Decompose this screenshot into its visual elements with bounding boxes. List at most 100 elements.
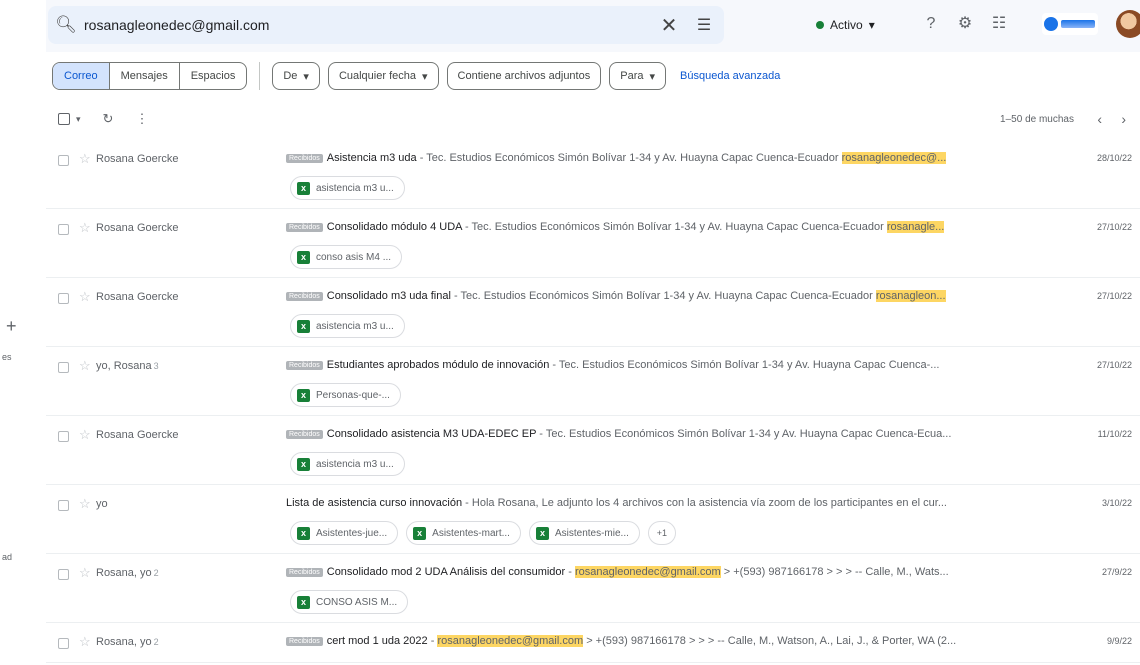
email-preview: Recibidos Consolidado asistencia M3 UDA-E… <box>286 428 1056 440</box>
more-attachments-chip[interactable]: +1 <box>647 521 676 545</box>
row-checkbox[interactable] <box>58 638 69 649</box>
tune-icon[interactable]: ☰ <box>684 15 724 35</box>
status-dropdown[interactable]: Activo ▾ <box>806 12 885 38</box>
inbox-label-badge[interactable]: Recibidos <box>286 637 323 646</box>
email-subject: Consolidado m3 uda final <box>326 290 451 302</box>
inbox-label-badge[interactable]: Recibidos <box>286 430 323 439</box>
email-preview: Recibidos Consolidado módulo 4 UDA - Tec.… <box>286 221 1056 233</box>
email-row[interactable]: ☆ Rosana Goercke Recibidos Consolidado módu… <box>46 209 1140 278</box>
spreadsheet-icon: x <box>297 457 310 471</box>
list-toolbar: ▾ ↻ ⋮ 1–50 de muchas ‹ › <box>46 104 1140 134</box>
star-icon[interactable]: ☆ <box>79 220 91 236</box>
email-row[interactable]: ☆ Rosana Goercke Recibidos Asistencia m3 ud… <box>46 140 1140 209</box>
from-filter-chip[interactable]: De ▾ <box>272 62 320 90</box>
star-icon[interactable]: ☆ <box>79 496 91 512</box>
row-checkbox[interactable] <box>58 431 69 442</box>
email-preview: Recibidos Consolidado m3 uda final - Tec.… <box>286 290 1056 302</box>
help-icon[interactable]: ? <box>920 13 942 35</box>
email-date: 3/10/22 <box>1101 498 1132 508</box>
new-chat-icon[interactable]: + <box>6 316 17 337</box>
inbox-label-badge[interactable]: Recibidos <box>286 361 323 370</box>
spreadsheet-icon: x <box>413 526 427 540</box>
row-checkbox[interactable] <box>58 224 69 235</box>
search-highlight: rosanagleonedec@gmail.com <box>437 635 584 647</box>
attachment-chip[interactable]: x Asistentes-mart... <box>406 521 521 545</box>
inbox-label-badge[interactable]: Recibidos <box>286 223 323 232</box>
rail-label: es <box>2 352 12 362</box>
row-checkbox[interactable] <box>58 293 69 304</box>
attachment-chip[interactable]: x asistencia m3 u... <box>290 452 405 476</box>
email-subject: Consolidado módulo 4 UDA <box>326 221 462 233</box>
row-checkbox[interactable] <box>58 569 69 580</box>
chevron-right-icon[interactable]: › <box>1121 111 1126 127</box>
sender-name: Rosana, yo 2 <box>96 567 159 579</box>
attachment-chip[interactable]: x Personas-que-... <box>290 383 401 407</box>
email-preview: Lista de asistencia curso innovación - H… <box>286 497 1056 509</box>
attachments: x asistencia m3 u... <box>290 314 405 338</box>
chevron-down-icon[interactable]: ▾ <box>76 114 81 125</box>
attachment-chip[interactable]: x CONSO ASIS M... <box>290 590 409 614</box>
star-icon[interactable]: ☆ <box>79 634 91 650</box>
email-snippet: - Tec. Estudios Económicos Simón Bolívar… <box>549 359 940 371</box>
status-dot <box>816 21 824 29</box>
inbox-label-badge[interactable]: Recibidos <box>286 154 323 163</box>
attachments: x conso asis M4 ... <box>290 245 403 269</box>
search-filters: Correo Mensajes Espacios De ▾ Cualquier f… <box>46 56 1140 96</box>
email-row[interactable]: ☆ Rosana, yo 2 Recibidos cert mod 1 uda 2022… <box>46 623 1140 663</box>
star-icon[interactable]: ☆ <box>79 427 91 443</box>
close-icon[interactable]: ✕ <box>654 13 684 38</box>
chevron-left-icon[interactable]: ‹ <box>1097 111 1102 127</box>
search-icon[interactable]: 🔍︎ <box>48 15 84 35</box>
refresh-icon[interactable]: ↻ <box>103 111 114 127</box>
attachment-chip[interactable]: x Asistentes-jue... <box>290 521 399 545</box>
star-icon[interactable]: ☆ <box>79 565 91 581</box>
email-date: 28/10/22 <box>1096 153 1132 163</box>
attachment-chip[interactable]: x Asistentes-mie... <box>528 521 640 545</box>
email-snippet-tail: > +(593) 987166178 > > > -- Calle, M., W… <box>583 635 957 647</box>
email-subject: Asistencia m3 uda <box>326 152 417 164</box>
date-filter-chip[interactable]: Cualquier fecha ▾ <box>327 62 439 90</box>
attachment-chip[interactable]: x asistencia m3 u... <box>290 176 405 200</box>
spreadsheet-icon: x <box>297 595 310 609</box>
segment-mensajes[interactable]: Mensajes <box>110 63 180 89</box>
select-all-checkbox[interactable] <box>58 113 70 125</box>
attachments: x Personas-que-... <box>290 383 401 407</box>
spreadsheet-icon: x <box>297 388 310 402</box>
segment-espacios[interactable]: Espacios <box>180 63 247 89</box>
to-filter-chip[interactable]: Para ▾ <box>609 62 667 90</box>
inbox-label-badge[interactable]: Recibidos <box>286 568 323 577</box>
email-row[interactable]: ☆ Rosana Goercke Recibidos Consolidado asis… <box>46 416 1140 485</box>
row-checkbox[interactable] <box>58 500 69 511</box>
attachment-chip[interactable]: x asistencia m3 u... <box>290 314 405 338</box>
email-snippet: - <box>427 635 438 647</box>
email-row[interactable]: ☆ Rosana Goercke Recibidos Consolidado m3 u… <box>46 278 1140 347</box>
search-highlight: rosanagleon... <box>875 290 946 302</box>
more-vert-icon[interactable]: ⋮ <box>135 111 148 127</box>
email-date: 11/10/22 <box>1097 429 1132 439</box>
email-preview: Recibidos Estudiantes aprobados módulo de… <box>286 359 1056 371</box>
star-icon[interactable]: ☆ <box>79 151 91 167</box>
email-row[interactable]: ☆ yo Lista de asistencia curso innovación … <box>46 485 1140 554</box>
sender-name: Rosana Goercke <box>96 429 179 441</box>
star-icon[interactable]: ☆ <box>79 289 91 305</box>
inbox-label-badge[interactable]: Recibidos <box>286 292 323 301</box>
attachment-filter-chip[interactable]: Contiene archivos adjuntos <box>446 62 602 90</box>
search-highlight: rosanagle... <box>886 221 945 233</box>
row-checkbox[interactable] <box>58 362 69 373</box>
segment-correo[interactable]: Correo <box>53 63 110 89</box>
search-input[interactable]: rosanagleonedec@gmail.com <box>84 17 654 33</box>
thread-count: 3 <box>153 361 159 371</box>
apps-icon[interactable]: ☷ <box>988 13 1010 35</box>
row-checkbox[interactable] <box>58 155 69 166</box>
email-date: 27/10/22 <box>1096 360 1132 370</box>
advanced-search-link[interactable]: Búsqueda avanzada <box>680 70 780 82</box>
email-row[interactable]: ☆ yo, Rosana 3 Recibidos Estudiantes aprobad… <box>46 347 1140 416</box>
organization-logo[interactable] <box>1042 13 1098 35</box>
email-date: 9/9/22 <box>1106 636 1132 646</box>
email-row[interactable]: ☆ Rosana, yo 2 Recibidos Consolidado mod 2 U… <box>46 554 1140 623</box>
attachment-chip[interactable]: x conso asis M4 ... <box>290 245 403 269</box>
star-icon[interactable]: ☆ <box>79 358 91 374</box>
search-bar[interactable]: 🔍︎ rosanagleonedec@gmail.com ✕ ☰ <box>48 6 724 44</box>
gear-icon[interactable]: ⚙ <box>954 13 976 35</box>
avatar[interactable] <box>1116 10 1140 38</box>
